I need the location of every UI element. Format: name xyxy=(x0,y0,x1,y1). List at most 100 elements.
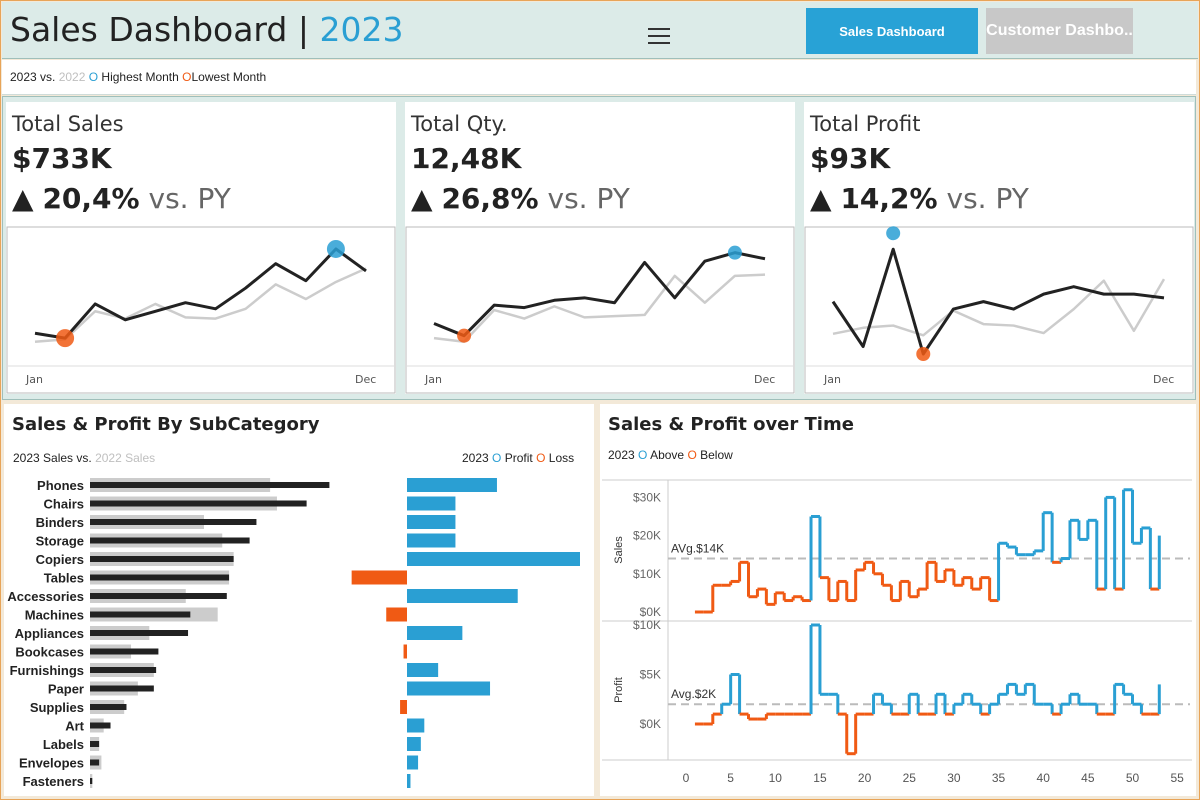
bar-profit xyxy=(407,589,518,603)
header-bar: Sales Dashboard | 2023 Sales Dashboard C… xyxy=(2,2,1198,59)
x-tick-label: 35 xyxy=(992,771,1006,785)
x-tick-label: 50 xyxy=(1126,771,1140,785)
kpi-vs-label: vs. PY xyxy=(547,182,630,215)
x-tick-start: Jan xyxy=(824,373,841,386)
kpi-vs-label: vs. PY xyxy=(148,182,231,215)
kpi-change-value: 14,2% xyxy=(840,182,938,215)
average-label: AVg.$14K xyxy=(671,542,724,556)
page-title: Sales Dashboard | 2023 xyxy=(10,8,403,52)
bar-profit xyxy=(407,681,491,696)
bar-loss xyxy=(351,570,407,585)
category-label: Bookcases xyxy=(15,645,84,660)
highest-month-point xyxy=(326,239,345,258)
up-arrow-icon: ▲ xyxy=(12,182,34,215)
bar-sales-2023 xyxy=(90,722,111,729)
menu-icon[interactable] xyxy=(648,28,670,46)
kpi-card-total-profit[interactable]: Total Profit $93K ▲ 14,2% vs. PY Jan Dec xyxy=(804,102,1194,394)
highest-month-point xyxy=(727,245,742,260)
category-label: Copiers xyxy=(36,552,84,567)
y-tick-label: $30K xyxy=(633,490,661,504)
bar-sales-2023 xyxy=(90,648,159,655)
sparkline-frame xyxy=(804,226,1194,394)
highest-month-marker-icon: O xyxy=(88,70,99,84)
category-label: Accessories xyxy=(7,589,84,604)
bar-profit xyxy=(407,552,580,566)
bar-sales-2023 xyxy=(90,537,250,544)
page-title-year: 2023 xyxy=(319,10,404,49)
category-label: Art xyxy=(65,719,84,734)
nav-sales-dashboard-button[interactable]: Sales Dashboard xyxy=(806,8,978,54)
time-step-chart: $30K$20K$10K$0KSales AVg.$14K$10K$5K$0KPr… xyxy=(602,479,1192,785)
lowest-month-point xyxy=(457,328,472,343)
x-tick-end: Dec xyxy=(1153,373,1175,386)
nav-customer-dashboard-button[interactable]: Customer Dashbo.. xyxy=(986,8,1133,54)
up-arrow-icon: ▲ xyxy=(411,182,433,215)
x-tick-end: Dec xyxy=(754,373,776,386)
bar-sales-2023 xyxy=(90,630,189,636)
subcategory-bar-chart: Phones Chairs Binders Storage Copiers Tables A… xyxy=(7,478,580,789)
category-label: Storage xyxy=(36,534,84,549)
kpi-change: ▲ 20,4% vs. PY xyxy=(12,182,231,215)
bar-profit xyxy=(407,737,421,751)
category-label: Fasteners xyxy=(23,774,84,789)
up-arrow-icon: ▲ xyxy=(810,182,832,215)
y-tick-label: $10K xyxy=(633,618,661,632)
bar-sales-2023 xyxy=(90,759,100,766)
kpi-sparkline-chart xyxy=(6,226,396,394)
x-tick-label: 25 xyxy=(903,771,917,785)
legend-highest-month: Highest Month xyxy=(98,70,179,84)
bar-profit xyxy=(407,533,456,548)
bar-profit xyxy=(407,774,411,788)
x-tick-label: 20 xyxy=(858,771,872,785)
average-label: Avg.$2K xyxy=(671,687,716,701)
bar-sales-2023 xyxy=(90,519,257,525)
legend-current-year: 2023 vs. xyxy=(10,70,59,84)
category-label: Supplies xyxy=(30,700,84,715)
kpi-sparkline-chart xyxy=(804,226,1194,394)
y-axis-title: Sales xyxy=(613,536,625,564)
bar-profit xyxy=(407,515,456,529)
bar-sales-2023 xyxy=(90,556,234,562)
x-tick-label: 5 xyxy=(727,771,734,785)
y-tick-label: $10K xyxy=(633,567,661,581)
x-tick-label: 15 xyxy=(813,771,827,785)
kpi-vs-label: vs. PY xyxy=(946,182,1029,215)
category-label: Appliances xyxy=(15,626,84,641)
x-tick-label: 55 xyxy=(1170,771,1184,785)
category-label: Envelopes xyxy=(19,756,84,771)
y-tick-label: $0K xyxy=(640,605,661,619)
kpi-label: Total Profit xyxy=(810,112,921,136)
kpi-change-value: 20,4% xyxy=(42,182,140,215)
lowest-month-point xyxy=(56,329,75,348)
category-label: Labels xyxy=(43,737,84,752)
kpi-card-total-sales[interactable]: Total Sales $733K ▲ 20,4% vs. PY Jan Dec xyxy=(6,102,396,394)
bar-sales-2023 xyxy=(90,593,227,599)
bar-profit xyxy=(407,663,439,677)
kpi-value: 12,48K xyxy=(411,142,522,175)
kpi-change: ▲ 26,8% vs. PY xyxy=(411,182,630,215)
bar-profit xyxy=(407,755,419,770)
kpi-change: ▲ 14,2% vs. PY xyxy=(810,182,1029,215)
x-tick-label: 10 xyxy=(769,771,783,785)
category-label: Tables xyxy=(44,571,84,586)
x-tick-label: 40 xyxy=(1037,771,1051,785)
bar-sales-2023 xyxy=(90,704,127,710)
bar-profit xyxy=(407,718,425,733)
category-label: Machines xyxy=(25,608,84,623)
kpi-value: $733K xyxy=(12,142,112,175)
bar-loss xyxy=(386,607,407,622)
x-tick-label: 0 xyxy=(683,771,690,785)
y-tick-label: $0K xyxy=(640,717,661,731)
bar-profit xyxy=(407,478,497,492)
bar-sales-2023 xyxy=(90,778,93,784)
bar-sales-2023 xyxy=(90,611,191,618)
category-label: Paper xyxy=(48,682,84,697)
x-tick-start: Jan xyxy=(26,373,43,386)
bar-sales-2023 xyxy=(90,574,230,581)
y-tick-label: $5K xyxy=(640,668,661,682)
category-label: Furnishings xyxy=(10,663,84,678)
page-title-text: Sales Dashboard | xyxy=(10,10,320,49)
lowest-month-marker-icon: O xyxy=(182,70,192,84)
kpi-card-total-qty[interactable]: Total Qty. 12,48K ▲ 26,8% vs. PY Jan Dec xyxy=(405,102,795,394)
kpi-label: Total Sales xyxy=(12,112,124,136)
